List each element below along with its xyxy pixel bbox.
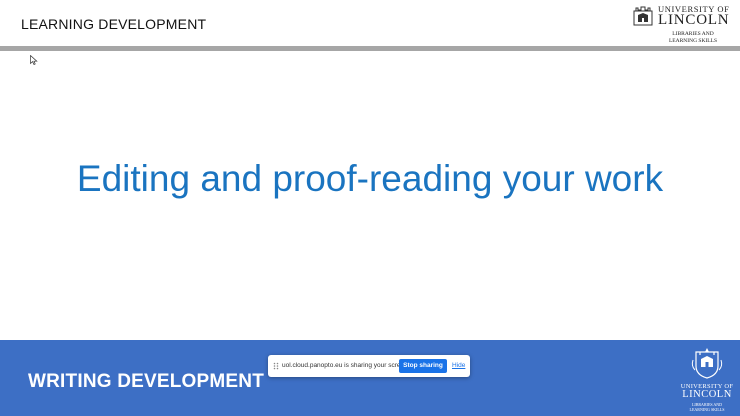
stop-sharing-button[interactable]: Stop sharing	[399, 359, 447, 373]
mouse-pointer-icon	[30, 55, 38, 65]
header-divider	[0, 46, 740, 51]
screen-share-notification: uol.cloud.panopto.eu is sharing your scr…	[268, 355, 470, 377]
logo-subtitle-line2: LEARNING SKILLS	[668, 37, 718, 44]
crest-icon	[691, 348, 723, 379]
footer-logo-lincoln: LINCOLN	[682, 389, 732, 400]
footer-title: WRITING DEVELOPMENT	[28, 371, 265, 392]
slide-header: LEARNING DEVELOPMENT UNIVERSITY OF LINCO…	[0, 0, 740, 46]
crest-icon	[633, 6, 653, 26]
footer-logo-subtitle: LIBRARIES AND LEARNING SKILLS	[678, 402, 736, 412]
share-message: uol.cloud.panopto.eu is sharing your scr…	[282, 362, 410, 369]
drag-handle-icon[interactable]	[273, 362, 279, 370]
hide-link[interactable]: Hide	[452, 362, 465, 369]
header-title: LEARNING DEVELOPMENT	[21, 16, 207, 32]
university-logo: UNIVERSITY OF LINCOLN LIBRARIES AND LEAR…	[632, 4, 736, 46]
footer-university-logo: UNIVERSITY OF LINCOLN LIBRARIES AND LEAR…	[678, 346, 736, 412]
slide-footer: WRITING DEVELOPMENT UNIVERSITY OF LINCOL…	[0, 340, 740, 416]
logo-subtitle: LIBRARIES AND LEARNING SKILLS	[650, 31, 736, 44]
footer-logo-subtitle-line2: LEARNING SKILLS	[689, 407, 725, 412]
slide-title: Editing and proof-reading your work	[76, 158, 664, 199]
logo-lincoln: LINCOLN	[658, 12, 730, 28]
